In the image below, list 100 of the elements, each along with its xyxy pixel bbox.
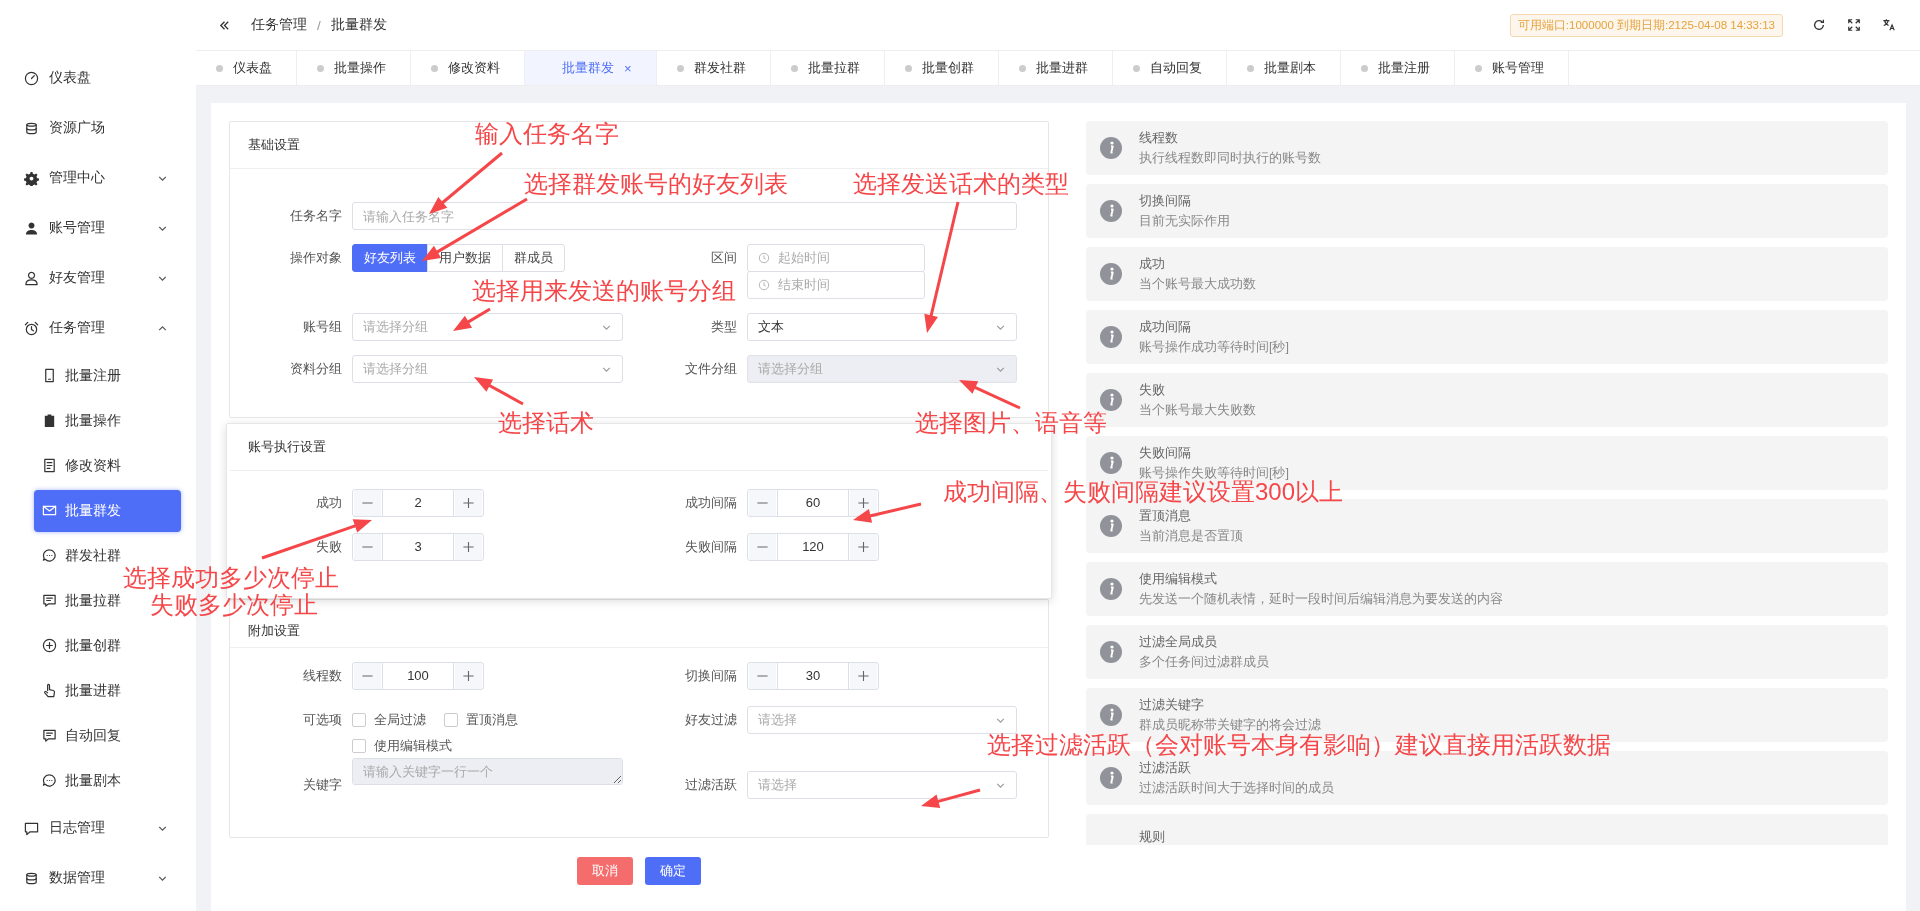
hand-icon bbox=[42, 683, 57, 698]
minus-icon[interactable] bbox=[353, 490, 382, 516]
database-icon bbox=[24, 120, 39, 136]
field-label: 类型 bbox=[711, 318, 737, 336]
clock-icon bbox=[758, 252, 770, 264]
sidebar-item[interactable]: 群发社群 bbox=[34, 534, 121, 577]
comment-icon bbox=[24, 820, 39, 836]
annotation-arrow bbox=[959, 380, 1021, 410]
plus-icon[interactable] bbox=[454, 663, 483, 689]
select-field[interactable]: 文本 bbox=[747, 313, 1017, 341]
tab[interactable]: 批量创群 bbox=[884, 51, 999, 85]
user-icon bbox=[24, 270, 39, 286]
info-icon bbox=[1100, 452, 1122, 474]
field-label: 过滤活跃 bbox=[685, 776, 737, 794]
minus-icon[interactable] bbox=[353, 663, 382, 689]
breadcrumb-link[interactable]: 任务管理 bbox=[251, 16, 307, 34]
sidebar-item[interactable]: 数据管理 bbox=[0, 853, 196, 903]
close-icon[interactable]: × bbox=[624, 60, 632, 76]
tab[interactable]: 自动回复 bbox=[1112, 51, 1227, 85]
sidebar-item[interactable]: 日志管理 bbox=[0, 803, 196, 853]
info-description: 群成员昵称带关键字的将会过滤 bbox=[1139, 717, 1321, 733]
field-label: 切换间隔 bbox=[685, 667, 737, 685]
sidebar-item[interactable]: 批量进群 bbox=[34, 669, 121, 712]
info-title: 过滤全局成员 bbox=[1139, 633, 1218, 651]
tab[interactable]: 批量剧本 bbox=[1226, 51, 1341, 85]
sidebar-item[interactable]: 仪表盘 bbox=[0, 53, 196, 103]
checkbox[interactable] bbox=[444, 713, 458, 727]
plus-icon[interactable] bbox=[849, 490, 878, 516]
info-icon bbox=[1100, 767, 1122, 789]
annotation-text: 选择话术 bbox=[498, 409, 594, 436]
segment-button[interactable]: 用户数据 bbox=[427, 244, 503, 272]
tab[interactable]: 账号管理 bbox=[1454, 51, 1569, 85]
clipboard-icon bbox=[42, 413, 57, 428]
sidebar-item[interactable]: 批量操作 bbox=[34, 399, 121, 442]
license-badge: 可用端口:1000000 到期日期:2125-04-08 14:33:13 bbox=[1509, 13, 1783, 37]
field-label: 成功间隔 bbox=[685, 494, 737, 512]
tab[interactable]: 批量群发 × bbox=[525, 51, 657, 85]
info-title: 切换间隔 bbox=[1139, 192, 1192, 210]
sidebar-item[interactable]: 批量群发 bbox=[34, 489, 181, 532]
annotation-arrow bbox=[853, 502, 922, 523]
checkbox[interactable] bbox=[352, 713, 366, 727]
tab[interactable]: 批量拉群 bbox=[770, 51, 885, 85]
refresh-icon[interactable] bbox=[1812, 18, 1826, 32]
info-icon bbox=[1100, 326, 1122, 348]
info-title: 过滤关键字 bbox=[1139, 696, 1205, 714]
info-description: 当前消息是否置顶 bbox=[1139, 528, 1243, 545]
sidebar-item[interactable]: 管理中心 bbox=[0, 153, 196, 203]
sidebar-item[interactable]: 批量注册 bbox=[34, 354, 121, 397]
sidebar-item[interactable]: 批量创群 bbox=[34, 624, 121, 667]
field-label: 资料分组 bbox=[290, 360, 342, 378]
tab[interactable]: 仪表盘 bbox=[196, 51, 297, 85]
field-label: 关键字 bbox=[303, 776, 342, 794]
plus-icon[interactable] bbox=[849, 663, 878, 689]
tab[interactable]: 批量操作 bbox=[297, 51, 411, 85]
info-title: 置顶消息 bbox=[1139, 507, 1192, 525]
checkbox[interactable] bbox=[352, 739, 366, 753]
minus-icon[interactable] bbox=[353, 534, 382, 560]
annotation-text: 输入任务名字 bbox=[475, 120, 619, 147]
field-label: 可选项 bbox=[303, 711, 342, 729]
tab[interactable]: 批量进群 bbox=[998, 51, 1113, 85]
input-field[interactable]: 请输入任务名字 bbox=[352, 202, 1017, 230]
annotation-arrow bbox=[921, 788, 981, 809]
info-icon bbox=[1100, 641, 1122, 663]
confirm-button[interactable]: 确定 bbox=[645, 857, 701, 885]
gear-icon bbox=[24, 170, 39, 186]
plus-icon[interactable] bbox=[454, 534, 483, 560]
annotation-text: 选择图片、语音等 bbox=[915, 409, 1107, 436]
plus-icon[interactable] bbox=[849, 534, 878, 560]
field-label: 好友过滤 bbox=[685, 711, 737, 729]
annotation-text: 选择过滤活跃（会对账号本身有影响）建议直接用活跃数据 bbox=[987, 731, 1611, 758]
sidebar-item[interactable]: 好友管理 bbox=[0, 253, 196, 303]
info-icon bbox=[1100, 704, 1122, 726]
sidebar-item[interactable]: 修改资料 bbox=[34, 444, 121, 487]
info-description: 执行线程数即同时执行的账号数 bbox=[1139, 150, 1321, 167]
sidebar-item[interactable]: 批量剧本 bbox=[34, 759, 121, 802]
field-label: 成功 bbox=[316, 494, 342, 512]
sidebar-item[interactable]: 资源广场 bbox=[0, 103, 196, 153]
sidebar-item[interactable]: 任务管理 bbox=[0, 303, 196, 353]
annotation-text: 选择发送话术的类型 bbox=[853, 170, 1069, 197]
sidebar-item[interactable]: 批量拉群 bbox=[34, 579, 121, 622]
checkbox-label: 置顶消息 bbox=[466, 711, 518, 729]
segment-button[interactable]: 群成员 bbox=[502, 244, 565, 272]
fullscreen-icon[interactable] bbox=[1847, 18, 1861, 32]
panel-title: 附加设置 bbox=[248, 622, 300, 640]
minus-icon[interactable] bbox=[748, 490, 777, 516]
info-description: 多个任务间过滤群成员 bbox=[1139, 654, 1269, 671]
info-description: 账号操作失败等待时间[秒] bbox=[1139, 465, 1289, 480]
database-icon bbox=[24, 870, 39, 886]
info-description: 当个账号最大成功数 bbox=[1139, 276, 1256, 293]
sidebar-item[interactable]: 自动回复 bbox=[34, 714, 121, 757]
segment-button[interactable]: 好友列表 bbox=[352, 244, 428, 272]
plus-icon[interactable] bbox=[454, 490, 483, 516]
sidebar-item[interactable]: 账号管理 bbox=[0, 203, 196, 253]
info-description: 目前无实际作用 bbox=[1139, 213, 1230, 230]
minus-icon[interactable] bbox=[748, 663, 777, 689]
tab[interactable]: 批量注册 bbox=[1340, 51, 1455, 85]
translate-icon[interactable] bbox=[1882, 18, 1896, 32]
minus-icon[interactable] bbox=[748, 534, 777, 560]
tab[interactable]: 群发社群 bbox=[656, 51, 771, 85]
plus-circle-icon bbox=[42, 638, 57, 653]
